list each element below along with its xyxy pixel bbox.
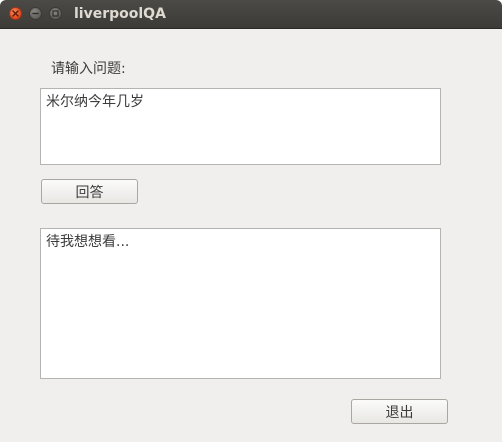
maximize-window-button[interactable]	[49, 7, 62, 20]
maximize-icon	[52, 10, 59, 17]
question-input[interactable]: 米尔纳今年几岁	[40, 88, 441, 165]
answer-button[interactable]: 回答	[41, 179, 138, 204]
minimize-window-button[interactable]	[29, 7, 42, 20]
question-prompt-label: 请输入问题:	[51, 61, 126, 77]
app-window: liverpoolQA 请输入问题: 米尔纳今年几岁 回答 待我想想看... 退…	[0, 0, 502, 442]
title-bar[interactable]: liverpoolQA	[0, 0, 502, 29]
minimize-icon	[32, 12, 39, 15]
window-title: liverpoolQA	[74, 6, 166, 22]
answer-output[interactable]: 待我想想看...	[40, 228, 441, 379]
exit-button[interactable]: 退出	[351, 399, 448, 424]
close-window-button[interactable]	[9, 7, 22, 20]
close-icon	[12, 10, 19, 17]
